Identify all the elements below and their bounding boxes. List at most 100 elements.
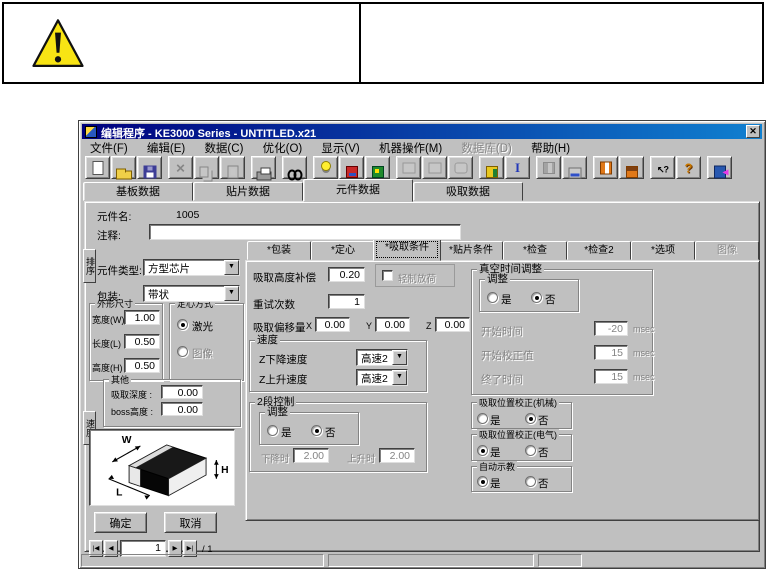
feeder-setup-button[interactable] [479, 156, 504, 179]
sub-tab-check[interactable]: *检查 [503, 241, 567, 260]
nozzle-button[interactable] [505, 156, 530, 179]
mech-no-radio[interactable] [525, 413, 536, 424]
two-stage-yes-radio[interactable] [267, 425, 278, 436]
exit-button[interactable] [707, 156, 732, 179]
vacuum-end-time-field[interactable]: 15 [594, 369, 628, 384]
window-title: 编辑程序 - KE3000 Series - UNTITLED.x21 [101, 125, 316, 141]
vacuum-start-corr-field[interactable]: 15 [594, 345, 628, 360]
chevron-down-icon[interactable] [392, 350, 407, 365]
paste-icon [227, 165, 238, 178]
boss-height-field[interactable]: 0.00 [161, 402, 203, 416]
two-stage-up-field[interactable]: 2.00 [379, 448, 415, 463]
elec-no-label: 否 [538, 445, 549, 460]
find-binoculars-icon [287, 169, 302, 178]
main-tab-board-data[interactable]: 基板数据 [83, 182, 193, 201]
save-button[interactable] [137, 156, 162, 179]
report-tool-button[interactable] [422, 156, 447, 179]
title-bar[interactable]: 编辑程序 - KE3000 Series - UNTITLED.x21 ✕ [82, 124, 762, 139]
optimize-red-icon [346, 166, 358, 178]
open-file-button[interactable] [111, 156, 136, 179]
vacuum-start-time-field[interactable]: -20 [594, 321, 628, 336]
feeder-bank-icon [600, 161, 612, 174]
laser-radio[interactable] [177, 319, 188, 330]
sub-tab-options[interactable]: *选项 [631, 241, 695, 260]
new-document-icon [92, 161, 103, 175]
main-tab-pickup-data[interactable]: 吸取数据 [413, 182, 523, 201]
vacuum-yes-label: 是 [501, 292, 512, 307]
chevron-down-icon[interactable] [392, 370, 407, 385]
vacuum-adjust-title: 调整 [485, 273, 510, 286]
print-icon [256, 171, 271, 180]
help-button[interactable] [676, 156, 701, 179]
vacuum-no-radio[interactable] [531, 292, 542, 303]
optimize-red-button[interactable] [339, 156, 364, 179]
elec-no-radio[interactable] [525, 445, 536, 456]
z-down-speed-select[interactable]: 高速2 [356, 349, 408, 366]
copy-button[interactable] [194, 156, 219, 179]
mech-yes-radio[interactable] [477, 413, 488, 424]
image-radio[interactable] [177, 346, 188, 357]
elec-yes-radio[interactable] [477, 445, 488, 456]
cancel-button[interactable]: 取消 [164, 512, 217, 533]
find-button[interactable] [282, 156, 307, 179]
other-group-title: 其他 [109, 374, 131, 387]
offset-z-field[interactable]: 0.00 [435, 317, 470, 332]
chevron-down-icon[interactable] [224, 286, 239, 301]
auto-teach-yes-label: 是 [490, 476, 501, 491]
sub-tab-pickup-conditions[interactable]: *吸取条件 [373, 238, 441, 261]
monitor-tool-icon [568, 167, 581, 178]
monitor-tool-button[interactable] [562, 156, 587, 179]
auto-teach-no-radio[interactable] [525, 476, 536, 487]
compare-tool-button[interactable] [536, 156, 561, 179]
new-document-button[interactable] [85, 156, 110, 179]
centering-group: 定心方式 [169, 303, 244, 381]
height-field[interactable]: 0.50 [124, 358, 160, 373]
comment-input[interactable] [149, 224, 461, 240]
cut-button[interactable] [168, 156, 193, 179]
width-field[interactable]: 1.00 [124, 310, 160, 325]
print-button[interactable] [251, 156, 276, 179]
menu-bar: 文件(F) 编辑(E) 数据(C) 优化(O) 显示(V) 机器操作(M) 数据… [82, 140, 762, 155]
optimize-green-button[interactable] [365, 156, 390, 179]
length-field[interactable]: 0.50 [124, 334, 160, 349]
database-box-button[interactable] [619, 156, 644, 179]
light-pick-checkbox[interactable] [382, 270, 393, 281]
sub-tab-centering[interactable]: *定心 [311, 241, 375, 260]
hint-button[interactable] [313, 156, 338, 179]
sub-tab-image[interactable]: 图像 [695, 241, 759, 260]
nozzle-ibeam-icon [515, 160, 520, 176]
context-help-button[interactable] [650, 156, 675, 179]
z-up-speed-select[interactable]: 高速2 [356, 369, 408, 386]
pickup-height-comp-label: 吸取高度补偿 [253, 270, 316, 285]
offset-x-field[interactable]: 0.00 [315, 317, 350, 332]
auto-teach-yes-radio[interactable] [477, 476, 488, 487]
sub-tab-package[interactable]: *包装 [247, 241, 311, 260]
board-tool-button[interactable] [396, 156, 421, 179]
vacuum-yes-radio[interactable] [487, 292, 498, 303]
close-button[interactable]: ✕ [746, 125, 760, 138]
ok-button[interactable]: 确定 [94, 512, 147, 533]
paste-button[interactable] [220, 156, 245, 179]
component-type-select[interactable]: 方型芯片 [143, 259, 240, 276]
pickup-depth-field[interactable]: 0.00 [161, 385, 203, 399]
two-stage-down-field[interactable]: 2.00 [293, 448, 329, 463]
image-radio-label: 图像 [192, 346, 213, 361]
sub-tab-placement-conditions[interactable]: *贴片条件 [439, 241, 503, 260]
sub-tab-check2[interactable]: *检查2 [567, 241, 631, 260]
two-stage-yes-label: 是 [281, 425, 292, 440]
feeder-bank-button[interactable] [593, 156, 618, 179]
two-stage-no-radio[interactable] [311, 425, 322, 436]
speed-group-title: 速度 [255, 334, 280, 347]
side-tab-sort[interactable]: 排序 [83, 249, 96, 283]
pickup-offset-label: 吸取偏移量 [253, 320, 306, 335]
transfer-tool-button[interactable] [448, 156, 473, 179]
offset-y-field[interactable]: 0.00 [375, 317, 410, 332]
main-tab-component-data[interactable]: 元件数据 [303, 179, 413, 202]
help-icon [685, 160, 693, 175]
retry-count-field[interactable]: 1 [328, 294, 365, 309]
pickup-height-comp-field[interactable]: 0.20 [328, 267, 365, 282]
chevron-down-icon[interactable] [224, 260, 239, 275]
package-select[interactable]: 带状 [143, 285, 240, 302]
main-tab-mount-data[interactable]: 贴片数据 [193, 182, 303, 201]
warning-banner [2, 2, 764, 84]
